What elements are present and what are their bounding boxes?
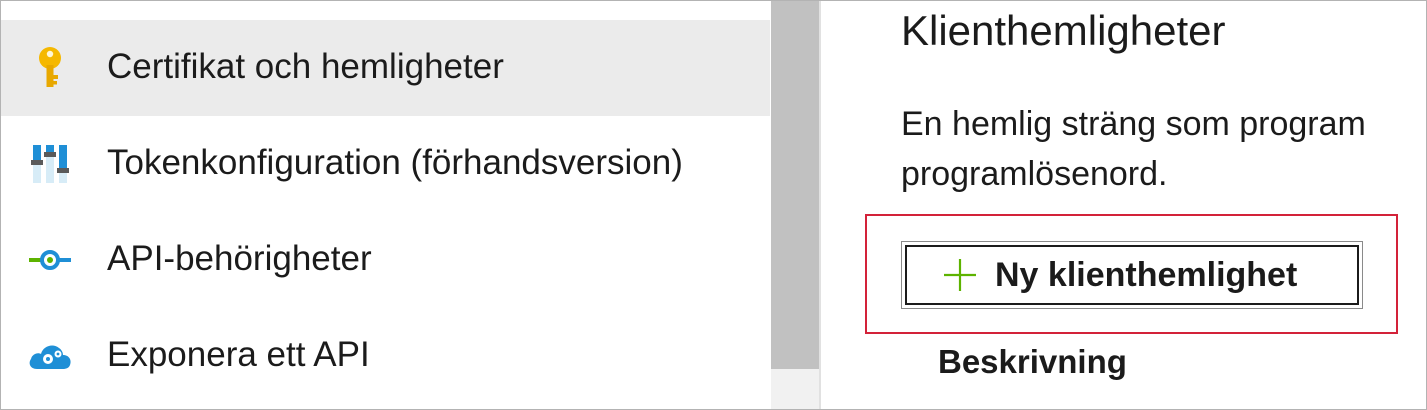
description-line: En hemlig sträng som program [901,105,1366,143]
sidebar-item-label: Exponera ett API [107,335,370,374]
page-title: Klienthemligheter [901,7,1226,54]
column-header-description[interactable]: Beskrivning [938,343,1127,381]
description-text: En hemlig sträng som program programlöse… [901,99,1366,199]
app-window: Certifikat och hemligheter Tokenkonfigur… [0,0,1427,410]
sidebar-nav: Certifikat och hemligheter Tokenkonfigur… [1,1,770,409]
sidebar-item-token-configuration[interactable]: Tokenkonfiguration (förhandsversion) [1,116,770,212]
new-client-secret-label: Ny klienthemlighet [995,256,1298,294]
sidebar-item-certificates-secrets[interactable]: Certifikat och hemligheter [1,20,770,116]
sliders-icon [25,144,75,184]
button-focus-ring: Ny klienthemlighet [905,245,1359,305]
api-permissions-icon [25,240,75,280]
main-content: Klienthemligheter En hemlig sträng som p… [821,1,1426,409]
sidebar-item-label: Tokenkonfiguration (förhandsversion) [107,143,683,182]
new-client-secret-button[interactable]: Ny klienthemlighet [901,241,1363,309]
cloud-gear-icon [25,336,75,376]
sidebar-item-expose-api[interactable]: Exponera ett API [1,308,770,404]
sidebar-scrollbar-thumb[interactable] [771,1,819,369]
sidebar-item-api-permissions[interactable]: API-behörigheter [1,212,770,308]
plus-icon [944,259,976,291]
description-line: programlösenord. [901,155,1168,193]
key-icon [25,47,75,88]
sidebar-item-label: Certifikat och hemligheter [107,47,504,86]
sidebar-item-label: API-behörigheter [107,239,372,278]
